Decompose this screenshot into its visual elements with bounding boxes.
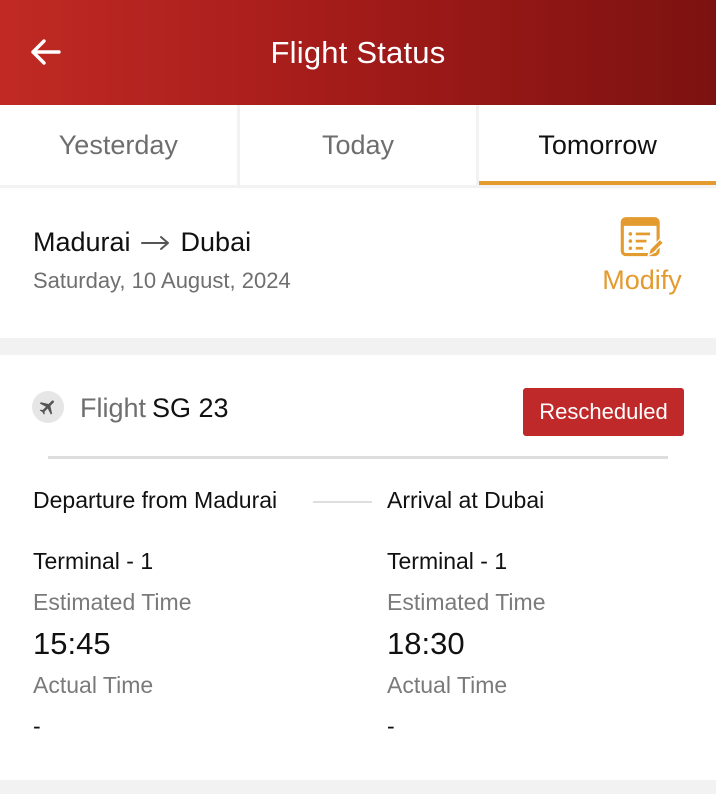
modify-button[interactable]: Modify	[597, 216, 687, 296]
arrival-estimated-label: Estimated Time	[387, 589, 546, 615]
tab-yesterday[interactable]: Yesterday	[0, 105, 237, 185]
travel-date: Saturday, 10 August, 2024	[33, 268, 291, 293]
flight-prefix: Flight	[80, 393, 147, 423]
departure-actual-time: -	[33, 713, 41, 739]
arrival-title: Arrival at Dubai	[387, 487, 545, 513]
flight-details-card: Flight SG 23 Rescheduled Departure from M…	[0, 355, 716, 780]
arrival-estimated-time: 18:30	[387, 626, 465, 661]
origin-city: Madurai	[33, 226, 131, 257]
departure-column: Departure from Madurai Terminal - 1 Esti…	[33, 487, 277, 740]
departure-estimated-time: 15:45	[33, 626, 111, 661]
plane-icon	[32, 391, 64, 423]
departure-terminal: Terminal - 1	[33, 548, 154, 574]
departure-estimated-label: Estimated Time	[33, 589, 192, 615]
edit-list-icon	[620, 217, 665, 257]
page-title: Flight Status	[270, 34, 446, 70]
arrival-actual-label: Actual Time	[387, 672, 508, 698]
flight-number: SG 23	[152, 393, 229, 423]
arrow-left-icon	[31, 39, 61, 65]
arrow-right-icon	[140, 226, 171, 258]
route-line: Madurai Dubai	[33, 226, 251, 258]
arrival-actual-time: -	[387, 713, 395, 739]
tab-today[interactable]: Today	[239, 105, 477, 185]
destination-city: Dubai	[180, 226, 252, 257]
back-button[interactable]	[24, 30, 68, 74]
departure-title: Departure from Madurai	[33, 487, 278, 513]
app-header: Flight Status	[0, 0, 716, 105]
route-connector-line	[313, 501, 372, 503]
divider	[48, 456, 668, 459]
route-summary-card: Madurai Dubai Saturday, 10 August, 2024 …	[0, 188, 716, 338]
status-badge: Rescheduled	[523, 388, 684, 436]
arrival-terminal: Terminal - 1	[387, 548, 508, 574]
flight-number-line: Flight SG 23	[80, 393, 229, 424]
tab-tomorrow[interactable]: Tomorrow	[479, 105, 716, 185]
day-tabs: Yesterday Today Tomorrow	[0, 105, 716, 185]
arrival-column: Arrival at Dubai Terminal - 1 Estimated …	[387, 487, 546, 740]
departure-actual-label: Actual Time	[33, 672, 154, 698]
modify-label: Modify	[602, 265, 682, 295]
